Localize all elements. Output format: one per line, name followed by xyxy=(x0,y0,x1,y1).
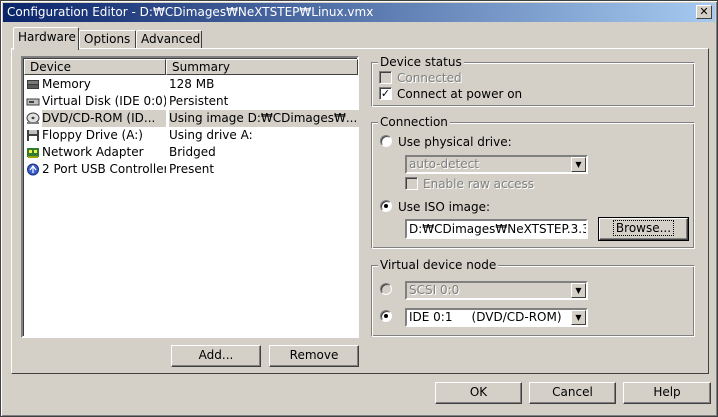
device-name: 2 Port USB Controller xyxy=(42,162,166,176)
remove-device-button[interactable]: Remove xyxy=(269,345,359,367)
device-row-usb-controller[interactable]: 2 Port USB Controller Present xyxy=(24,161,358,178)
iso-path-input[interactable]: D:₩CDimages₩NeXTSTEP.3.3 xyxy=(405,219,588,239)
chevron-down-icon: ▼ xyxy=(571,310,586,325)
chevron-down-icon: ▼ xyxy=(571,283,586,298)
use-iso-image-label: Use ISO image: xyxy=(398,200,491,214)
device-row-memory[interactable]: Memory 128 MB xyxy=(24,76,358,93)
device-summary: Present xyxy=(169,162,215,176)
tab-advanced-label: Advanced xyxy=(141,32,201,46)
device-summary: 128 MB xyxy=(169,77,215,91)
virtual-device-node-title: Virtual device node xyxy=(378,258,499,272)
tab-options-label: Options xyxy=(84,32,131,46)
cancel-button-label: Cancel xyxy=(552,385,593,399)
device-row-dvd-cdrom[interactable]: DVD/CD-ROM (ID... Using image D:₩CDimage… xyxy=(24,110,359,127)
cdrom-icon xyxy=(26,112,40,124)
configuration-editor-window: Configuration Editor - D:₩CDimages₩NeXTS… xyxy=(0,0,718,417)
cancel-button[interactable]: Cancel xyxy=(529,382,616,404)
radio-on-icon xyxy=(380,200,392,212)
browse-button-label: Browse... xyxy=(612,220,675,236)
connected-label: Connected xyxy=(397,71,462,85)
device-list[interactable]: Device Summary Memory 128 MB Virtual Dis… xyxy=(21,56,359,338)
device-row-network-adapter[interactable]: Network Adapter Bridged xyxy=(24,144,358,161)
add-device-button-label: Add... xyxy=(198,348,234,362)
use-physical-drive-label: Use physical drive: xyxy=(398,135,512,149)
check-mark-icon: ✓ xyxy=(379,87,392,100)
device-name: Network Adapter xyxy=(42,145,144,159)
device-row-floppy[interactable]: Floppy Drive (A:) Using drive A: xyxy=(24,127,358,144)
window-title: Configuration Editor - D:₩CDimages₩NeXTS… xyxy=(7,5,374,19)
help-button[interactable]: Help xyxy=(623,382,711,404)
tab-options[interactable]: Options xyxy=(79,30,136,49)
physical-drive-value: auto-detect xyxy=(409,157,479,171)
device-name: Memory xyxy=(42,77,91,91)
device-summary: Using drive A: xyxy=(169,128,253,142)
ide-node-select[interactable]: IDE 0:1 (DVD/CD-ROM) ▼ xyxy=(405,308,588,327)
column-header-summary[interactable]: Summary xyxy=(166,59,358,75)
ok-button-label: OK xyxy=(469,385,488,399)
device-status-title: Device status xyxy=(378,55,464,69)
tab-hardware[interactable]: Hardware xyxy=(13,27,79,50)
connection-group: Connection Use physical drive: auto-dete… xyxy=(371,115,695,249)
radio-off-icon xyxy=(380,283,392,295)
column-header-device[interactable]: Device xyxy=(24,59,166,75)
connected-checkbox-box xyxy=(379,71,392,84)
column-header-summary-label: Summary xyxy=(172,60,230,74)
usb-icon xyxy=(27,163,39,176)
enable-raw-access-label: Enable raw access xyxy=(423,177,535,191)
network-adapter-icon xyxy=(27,148,39,158)
connection-title: Connection xyxy=(378,115,450,129)
device-row-virtual-disk[interactable]: Virtual Disk (IDE 0:0) Persistent xyxy=(24,93,358,110)
radio-on-icon xyxy=(380,310,392,322)
scsi-node-value: SCSI 0:0 xyxy=(409,283,460,297)
title-bar[interactable]: Configuration Editor - D:₩CDimages₩NeXTS… xyxy=(3,3,715,22)
physical-drive-select[interactable]: auto-detect ▼ xyxy=(405,155,588,174)
help-button-label: Help xyxy=(653,385,681,399)
ide-node-value: IDE 0:1 (DVD/CD-ROM) xyxy=(409,310,562,324)
device-name: DVD/CD-ROM (ID... xyxy=(42,110,166,127)
iso-path-value: D:₩CDimages₩NeXTSTEP.3.3 xyxy=(409,222,588,236)
enable-raw-access-checkbox-box xyxy=(405,177,418,190)
device-summary: Persistent xyxy=(169,94,229,108)
memory-icon xyxy=(27,80,39,89)
connect-at-power-on-label: Connect at power on xyxy=(397,87,523,101)
device-name: Virtual Disk (IDE 0:0) xyxy=(42,94,166,108)
device-list-header: Device Summary xyxy=(24,59,358,75)
device-summary: Using image D:₩CDimages₩... xyxy=(169,110,359,127)
tab-hardware-label: Hardware xyxy=(18,30,76,44)
virtual-device-node-group: Virtual device node SCSI 0:0 ▼ IDE 0:1 (… xyxy=(371,258,695,337)
scsi-node-select[interactable]: SCSI 0:0 ▼ xyxy=(405,281,588,300)
chevron-down-icon: ▼ xyxy=(571,157,586,172)
tab-advanced[interactable]: Advanced xyxy=(136,30,202,49)
device-name: Floppy Drive (A:) xyxy=(42,128,143,142)
add-device-button[interactable]: Add... xyxy=(171,345,261,367)
radio-off-icon xyxy=(380,135,392,147)
device-status-group: Device status Connected ✓ Connect at pow… xyxy=(371,55,695,107)
close-icon[interactable]: ✕ xyxy=(696,5,712,19)
hard-disk-icon xyxy=(26,98,40,106)
remove-device-button-label: Remove xyxy=(289,348,339,362)
column-header-device-label: Device xyxy=(30,60,72,74)
floppy-icon xyxy=(27,130,39,141)
device-summary: Bridged xyxy=(169,145,216,159)
ok-button[interactable]: OK xyxy=(435,382,522,404)
browse-button[interactable]: Browse... xyxy=(598,217,689,241)
